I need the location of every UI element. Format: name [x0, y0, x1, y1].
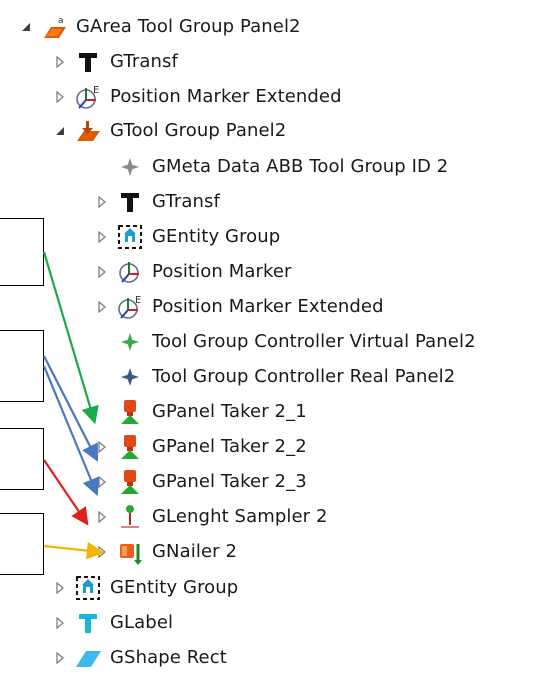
annotation-box-green [0, 218, 44, 286]
tree-item-label-node[interactable]: GLabel [52, 606, 173, 640]
annotation-box-red [0, 428, 44, 490]
tree-item-label: GTool Group Panel2 [110, 120, 287, 141]
area-tool-group-icon: a [40, 13, 68, 41]
tree-item-label: GLenght Sampler 2 [152, 506, 328, 527]
tree-item-label: GEntity Group [110, 577, 239, 598]
collapsed-arrow-icon[interactable] [94, 194, 110, 210]
tree-item-real-controller[interactable]: Tool Group Controller Real Panel2 [94, 360, 455, 394]
collapsed-arrow-icon[interactable] [52, 650, 68, 666]
svg-text:E: E [93, 85, 99, 96]
tree-item-label: GEntity Group [152, 226, 281, 247]
tree-item-virtual-controller[interactable]: Tool Group Controller Virtual Panel2 [94, 325, 476, 359]
expanded-arrow-icon[interactable] [18, 19, 34, 35]
shape-rect-icon [74, 644, 102, 672]
tree-item-meta-data[interactable]: GMeta Data ABB Tool Group ID 2 [94, 150, 448, 184]
collapsed-arrow-icon[interactable] [52, 615, 68, 631]
no-expander [94, 159, 110, 175]
virtual-controller-icon [116, 328, 144, 356]
tree-item-position-marker-extended[interactable]: E Position Marker Extended [52, 80, 342, 114]
collapsed-arrow-icon[interactable] [94, 474, 110, 490]
collapsed-arrow-icon[interactable] [52, 54, 68, 70]
tree-item-position-marker-extended[interactable]: E Position Marker Extended [94, 290, 384, 324]
tree-item-label: GPanel Taker 2_1 [152, 401, 307, 422]
tree-item-entity-group[interactable]: GEntity Group [52, 571, 238, 605]
tree-item-label: GPanel Taker 2_2 [152, 436, 307, 457]
tree-item-panel-taker-1[interactable]: GPanel Taker 2_1 [94, 395, 307, 429]
tree-item-label: GShape Rect [110, 647, 227, 668]
tree-item-label: GLabel [110, 612, 174, 633]
tree-item-area-tool-group[interactable]: a GArea Tool Group Panel2 [18, 10, 301, 44]
tree-item-transf[interactable]: GTransf [52, 45, 178, 79]
panel-taker-icon [116, 398, 144, 426]
tree-item-label: GTransf [110, 51, 178, 72]
entity-group-icon [116, 223, 144, 251]
position-marker-icon [116, 258, 144, 286]
tree-item-label: Position Marker Extended [152, 296, 384, 317]
real-controller-icon [116, 363, 144, 391]
meta-data-icon [116, 153, 144, 181]
transform-icon [74, 48, 102, 76]
tree-item-label: Tool Group Controller Real Panel2 [152, 366, 456, 387]
tree-item-length-sampler[interactable]: GLenght Sampler 2 [94, 500, 328, 534]
collapsed-arrow-icon[interactable] [52, 580, 68, 596]
transform-icon [116, 188, 144, 216]
expanded-arrow-icon[interactable] [52, 123, 68, 139]
panel-taker-icon [116, 433, 144, 461]
tree-item-label: GArea Tool Group Panel2 [76, 16, 301, 37]
tree-item-label: GMeta Data ABB Tool Group ID 2 [152, 156, 449, 177]
collapsed-arrow-icon[interactable] [94, 544, 110, 560]
panel-taker-icon [116, 468, 144, 496]
position-marker-extended-icon: E [74, 83, 102, 111]
tree-view: a GArea Tool Group Panel2 GTransf E Posi… [0, 0, 538, 671]
collapsed-arrow-icon[interactable] [94, 264, 110, 280]
tree-item-transf[interactable]: GTransf [94, 185, 220, 219]
collapsed-arrow-icon[interactable] [94, 229, 110, 245]
collapsed-arrow-icon[interactable] [94, 299, 110, 315]
collapsed-arrow-icon[interactable] [94, 439, 110, 455]
no-expander [94, 404, 110, 420]
tree-item-label: Position Marker Extended [110, 86, 342, 107]
tree-item-panel-taker-3[interactable]: GPanel Taker 2_3 [94, 465, 307, 499]
nailer-icon [116, 538, 144, 566]
tree-item-nailer[interactable]: GNailer 2 [94, 535, 237, 569]
svg-text:a: a [58, 16, 64, 26]
tree-item-label: Position Marker [152, 261, 292, 282]
entity-group-icon [74, 574, 102, 602]
tree-item-label: GTransf [152, 191, 220, 212]
tree-item-label: Tool Group Controller Virtual Panel2 [152, 331, 476, 352]
collapsed-arrow-icon[interactable] [52, 89, 68, 105]
svg-text:E: E [135, 295, 141, 306]
label-icon [74, 609, 102, 637]
no-expander [94, 334, 110, 350]
annotation-box-blue [0, 330, 44, 402]
tree-item-tool-group[interactable]: GTool Group Panel2 [52, 114, 286, 148]
tree-item-shape-rect[interactable]: GShape Rect [52, 641, 227, 675]
no-expander [94, 369, 110, 385]
collapsed-arrow-icon[interactable] [94, 509, 110, 525]
tree-item-position-marker[interactable]: Position Marker [94, 255, 292, 289]
tool-group-icon [74, 117, 102, 145]
tree-item-entity-group[interactable]: GEntity Group [94, 220, 280, 254]
length-sampler-icon [116, 503, 144, 531]
tree-item-panel-taker-2[interactable]: GPanel Taker 2_2 [94, 430, 307, 464]
tree-item-label: GNailer 2 [152, 541, 237, 562]
tree-item-label: GPanel Taker 2_3 [152, 471, 307, 492]
annotation-box-orange [0, 513, 44, 575]
position-marker-extended-icon: E [116, 293, 144, 321]
